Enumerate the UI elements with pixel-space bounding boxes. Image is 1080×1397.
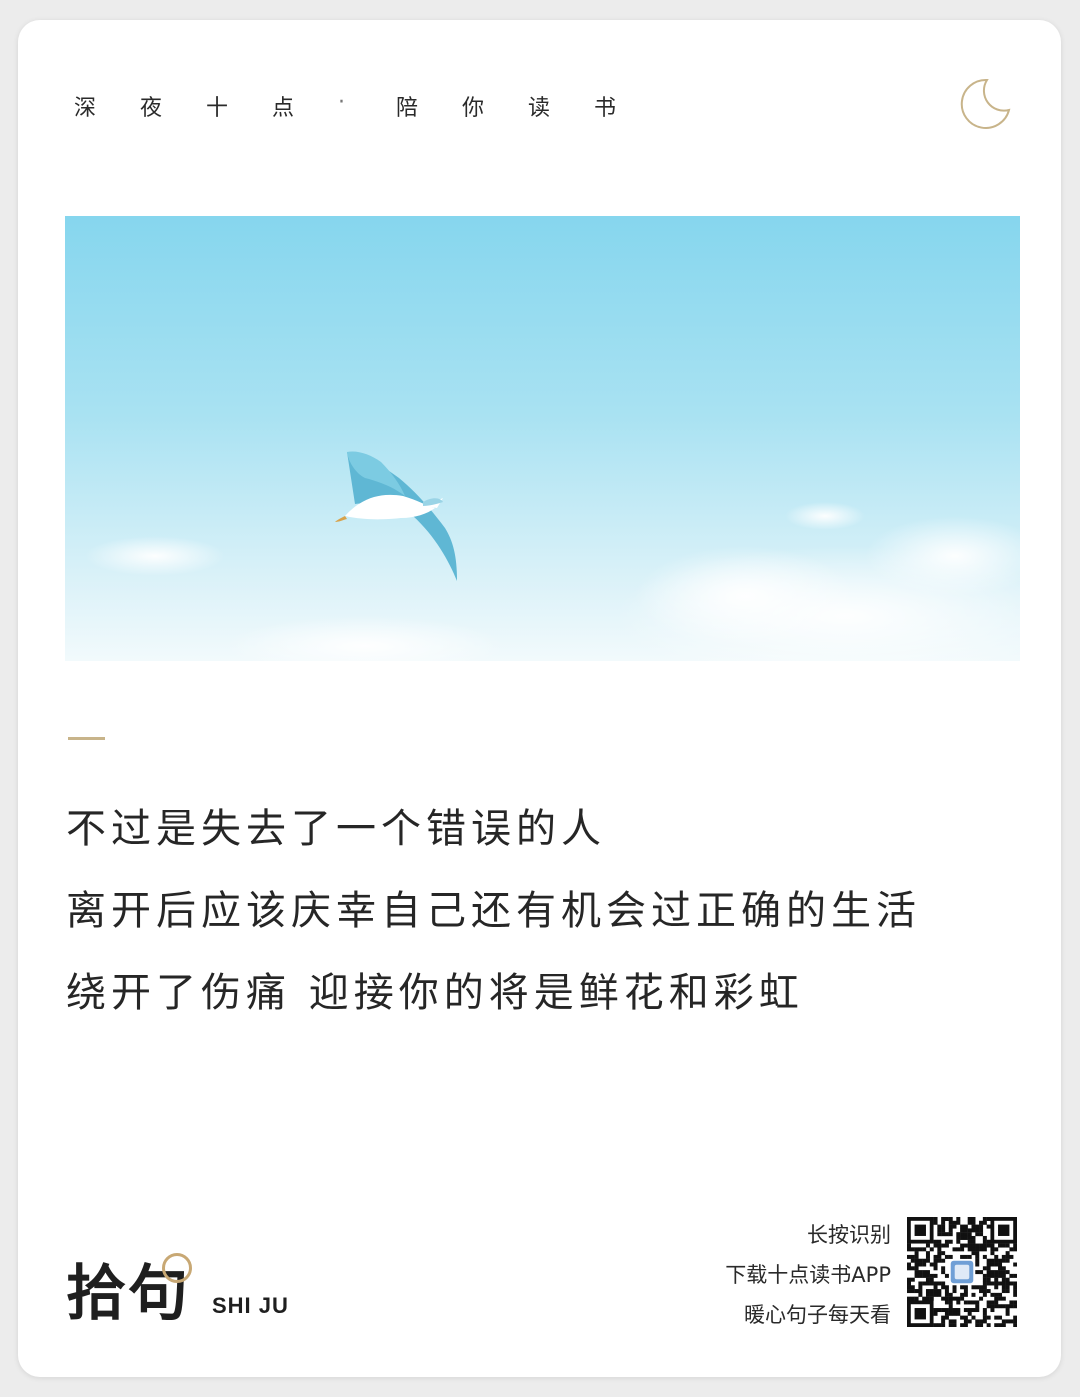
accent-divider [68,737,105,740]
slogan-char: 深 [74,96,97,121]
slogan-char: 点 [272,96,295,121]
slogan-char: 陪 [396,96,419,121]
quote-line: 离开后应该庆幸自己还有机会过正确的生活 [66,888,921,934]
download-prompt: 长按识别 下载十点读书APP 暖心句子每天看 [725,1215,891,1335]
slogan-char: 夜 [140,96,163,121]
quote-text: 不过是失去了一个错误的人 离开后应该庆幸自己还有机会过正确的生活 绕开了伤痛 迎… [66,788,921,1034]
cta-line: 长按识别 [807,1223,891,1247]
slogan-char: 十 [206,96,229,121]
seagull-sky-photo [65,216,1020,661]
logo-english: SHI JU [212,1293,289,1318]
quote-line: 绕开了伤痛 迎接你的将是鲜花和彩虹 [66,970,804,1016]
slogan-char: 你 [462,96,485,121]
crescent-moon-icon [960,78,1011,129]
header-slogan: 深 夜 十 点 · 陪 你 读 书 [74,90,660,122]
slogan-char: 读 [528,96,551,121]
cta-line: 暖心句子每天看 [744,1303,891,1327]
quote-card: 深 夜 十 点 · 陪 你 读 书 不过是失去了一个错误的人 离开后应该庆幸自己… [18,20,1061,1377]
logo-ring-icon [162,1253,192,1283]
qr-code-icon[interactable] [907,1217,1017,1327]
quote-line: 不过是失去了一个错误的人 [66,806,606,852]
slogan-char: 书 [594,96,617,121]
cta-line: 下载十点读书APP [725,1263,891,1287]
shiju-logo: 拾句 SHI JU [66,1245,326,1335]
slogan-dot: · [338,90,345,115]
